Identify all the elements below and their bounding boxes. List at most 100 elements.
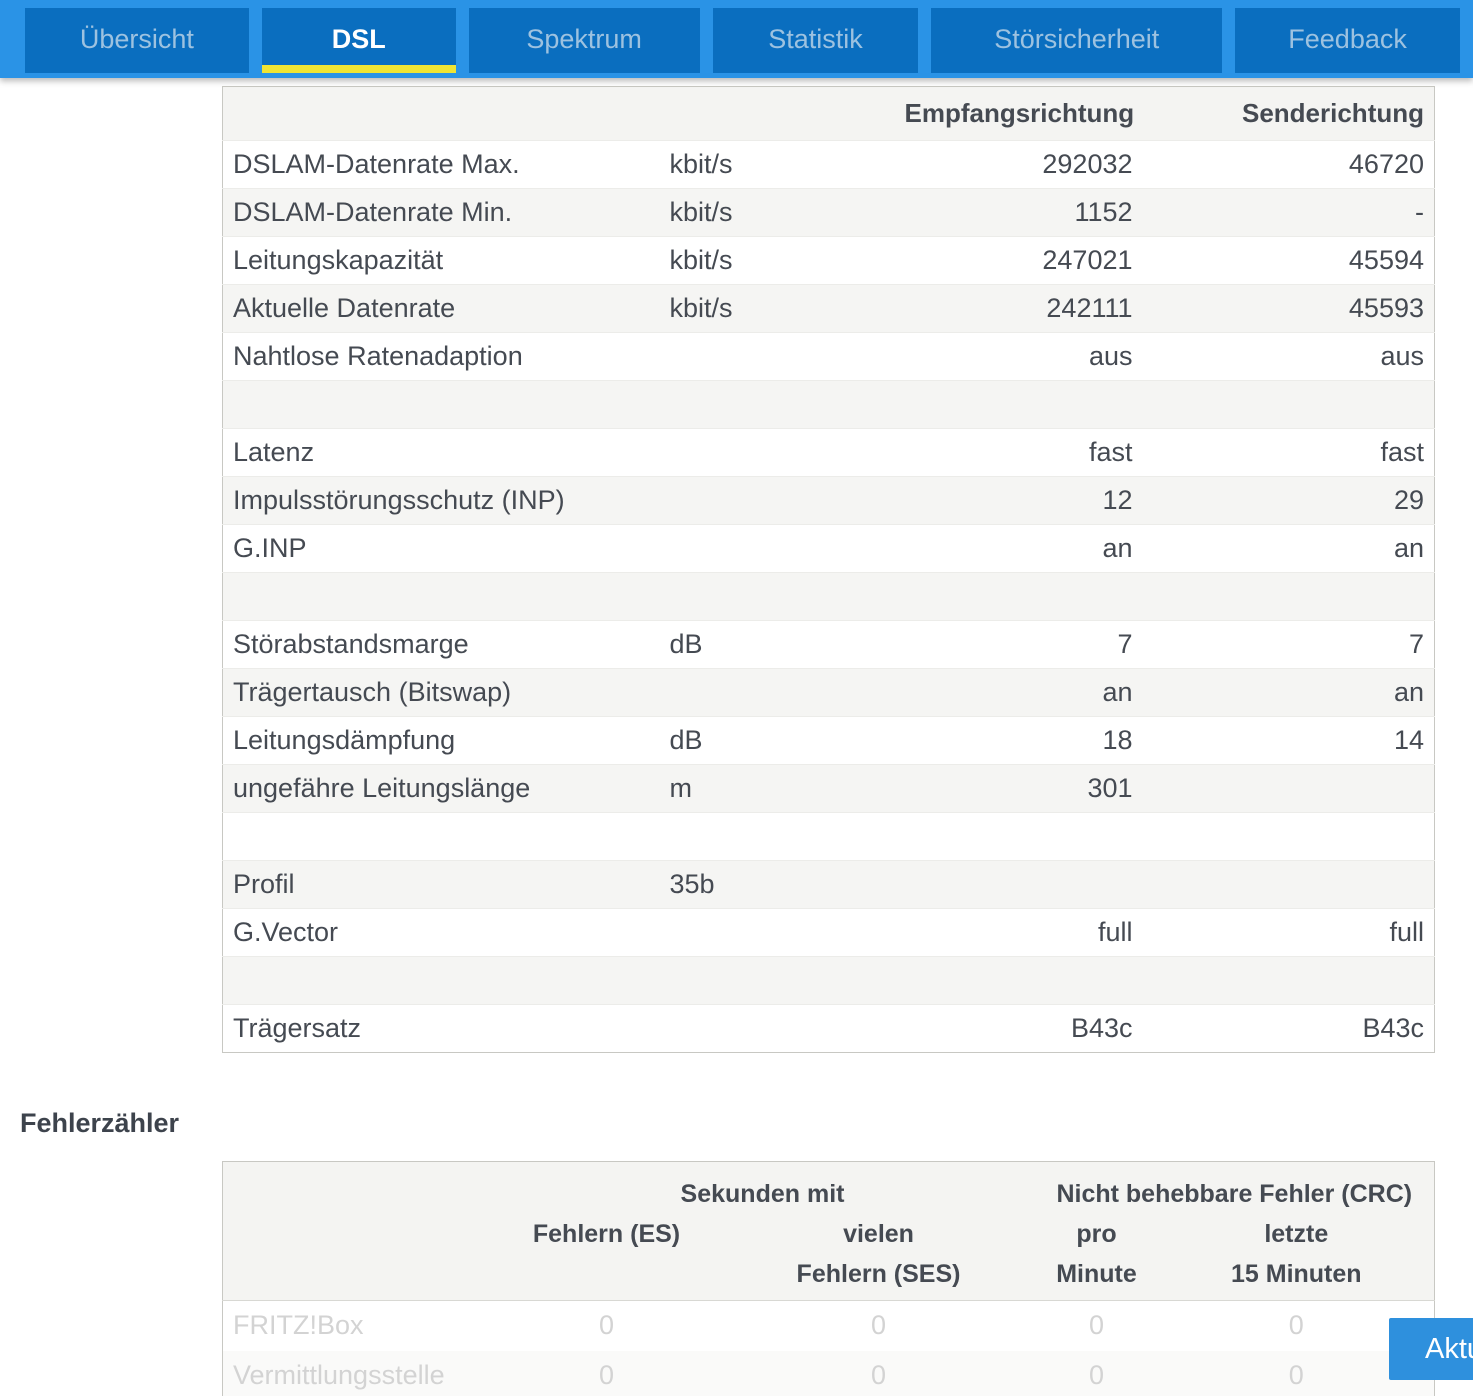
upstream-value-cell: -: [1144, 188, 1435, 237]
table-row: Störabstandsmarge dB 7 7: [222, 620, 1435, 669]
downstream-value-cell: 1152: [904, 188, 1145, 237]
downstream-value-cell: aus: [904, 332, 1145, 381]
table-row: G.Vector full full: [222, 908, 1435, 957]
parameter-label-cell: [222, 956, 670, 1005]
parameter-label-cell: [222, 380, 670, 429]
table-row: Nahtlose Ratenadaption aus aus: [222, 332, 1435, 381]
upstream-value-cell: an: [1144, 524, 1435, 573]
table-row: [222, 956, 1435, 1005]
tab-spektrum[interactable]: Spektrum: [468, 8, 700, 73]
tab-uebersicht[interactable]: Übersicht: [25, 8, 249, 73]
table-row: Vermittlungsstelle 0 0 0 0: [222, 1350, 1435, 1396]
subheader-last-15-minutes: letzte 15 Minuten: [1158, 1214, 1435, 1301]
table-row: Trägersatz B43c B43c: [222, 1004, 1435, 1053]
es-count-cell: 0: [598, 1310, 615, 1341]
upstream-value-cell: an: [1144, 668, 1435, 717]
error-table-group-header-row: Sekunden mit Nicht behebbare Fehler (CRC…: [222, 1161, 1435, 1214]
unit-cell: dB: [669, 620, 905, 669]
unit-cell: [669, 572, 905, 621]
parameter-label-cell: Trägertausch (Bitswap): [222, 668, 670, 717]
parameter-label-cell: Aktuelle Datenrate: [222, 284, 670, 333]
unit-cell: [669, 812, 905, 861]
table-row: DSLAM-Datenrate Max. kbit/s 292032 46720: [222, 140, 1435, 189]
upstream-value-cell: 45593: [1144, 284, 1435, 333]
error-table-subheader-row: Fehlern (ES) vielen Fehlern (SES) pro Mi…: [222, 1214, 1435, 1301]
group-header-crc-errors: Nicht behebbare Fehler (CRC): [1034, 1161, 1435, 1214]
downstream-value-cell: 242111: [904, 284, 1145, 333]
upstream-value-cell: 45594: [1144, 236, 1435, 285]
es-count-cell: 0: [490, 1350, 723, 1396]
table-row: G.INP an an: [222, 524, 1435, 573]
unit-cell: [669, 476, 905, 525]
parameter-label-cell: Impulsstörungsschutz (INP): [222, 476, 670, 525]
unit-cell: dB: [669, 716, 905, 765]
downstream-value-cell: [904, 380, 1145, 429]
downstream-value-cell: fast: [904, 428, 1145, 477]
table-row: Profil 35b: [222, 860, 1435, 909]
parameter-label-cell: DSLAM-Datenrate Max.: [222, 140, 670, 189]
upstream-value-cell: [1144, 572, 1435, 621]
upstream-value-cell: [1144, 380, 1435, 429]
unit-cell: [669, 380, 905, 429]
group-header-empty: [222, 1161, 491, 1214]
header-empty-label: [222, 86, 670, 141]
parameter-label-cell: [222, 812, 670, 861]
parameter-label-cell: Leitungskapazität: [222, 236, 670, 285]
table-row: [222, 380, 1435, 429]
downstream-value-cell: an: [904, 668, 1145, 717]
upstream-value-cell: fast: [1144, 428, 1435, 477]
upstream-value-cell: [1144, 812, 1435, 861]
table-row: Latenz fast fast: [222, 428, 1435, 477]
table-row: Leitungsdämpfung dB 18 14: [222, 716, 1435, 765]
upstream-value-cell: [1144, 956, 1435, 1005]
downstream-value-cell: [904, 812, 1145, 861]
downstream-value-cell: [904, 860, 1145, 909]
parameter-label-cell: G.Vector: [222, 908, 670, 957]
top-tab-bar: Übersicht DSL Spektrum Statistik Störsic…: [0, 0, 1473, 78]
subheader-per-minute: pro Minute: [1034, 1214, 1159, 1301]
parameter-label-cell: Nahtlose Ratenadaption: [222, 332, 670, 381]
unit-cell: [669, 1004, 905, 1053]
parameter-label-cell: Trägersatz: [222, 1004, 670, 1053]
subheader-errored-seconds: Fehlern (ES): [490, 1214, 723, 1301]
refresh-button[interactable]: Aktualisieren: [1389, 1318, 1473, 1380]
subheader-empty: [222, 1214, 491, 1301]
upstream-value-cell: [1144, 860, 1435, 909]
group-header-seconds-with: Sekunden mit: [490, 1161, 1035, 1214]
header-empfangsrichtung: Empfangsrichtung: [904, 86, 1145, 141]
unit-cell: kbit/s: [669, 284, 905, 333]
tab-stoersicherheit[interactable]: Störsicherheit: [931, 8, 1223, 73]
table-row: ungefähre Leitungslänge m 301: [222, 764, 1435, 813]
downstream-value-cell: 18: [904, 716, 1145, 765]
unit-cell: [669, 668, 905, 717]
unit-cell: m: [669, 764, 905, 813]
parameter-label-cell: Profil: [222, 860, 670, 909]
unit-cell: [669, 524, 905, 573]
parameter-label-cell: Latenz: [222, 428, 670, 477]
upstream-value-cell: 29: [1144, 476, 1435, 525]
table-row: [222, 572, 1435, 621]
downstream-value-cell: full: [904, 908, 1145, 957]
crc-per-minute-cell: 0: [1089, 1310, 1105, 1341]
error-counters-heading: Fehlerzähler: [20, 1108, 180, 1138]
parameter-label-cell: Störabstandsmarge: [222, 620, 670, 669]
tab-dsl[interactable]: DSL: [261, 8, 456, 73]
header-empty-unit: [669, 86, 905, 141]
table-row: Aktuelle Datenrate kbit/s 242111 45593: [222, 284, 1435, 333]
unit-cell: [669, 908, 905, 957]
error-counters-table: Sekunden mit Nicht behebbare Fehler (CRC…: [222, 1161, 1436, 1396]
counter-source-label-cell: Vermittlungsstelle: [222, 1350, 491, 1396]
tab-statistik[interactable]: Statistik: [712, 8, 919, 73]
unit-cell: [669, 332, 905, 381]
downstream-value-cell: an: [904, 524, 1145, 573]
downstream-value-cell: [904, 572, 1145, 621]
counter-source-label-cell: FRITZ!Box: [233, 1310, 364, 1341]
downstream-value-cell: 7: [904, 620, 1145, 669]
dsl-table-header-row: Empfangsrichtung Senderichtung: [222, 86, 1435, 141]
tab-feedback[interactable]: Feedback: [1235, 8, 1460, 73]
downstream-value-cell: 301: [904, 764, 1145, 813]
dsl-parameters-table: Empfangsrichtung Senderichtung DSLAM-Dat…: [222, 86, 1435, 1053]
unit-cell: [669, 428, 905, 477]
ses-count-cell: 0: [870, 1310, 887, 1341]
parameter-label-cell: ungefähre Leitungslänge: [222, 764, 670, 813]
